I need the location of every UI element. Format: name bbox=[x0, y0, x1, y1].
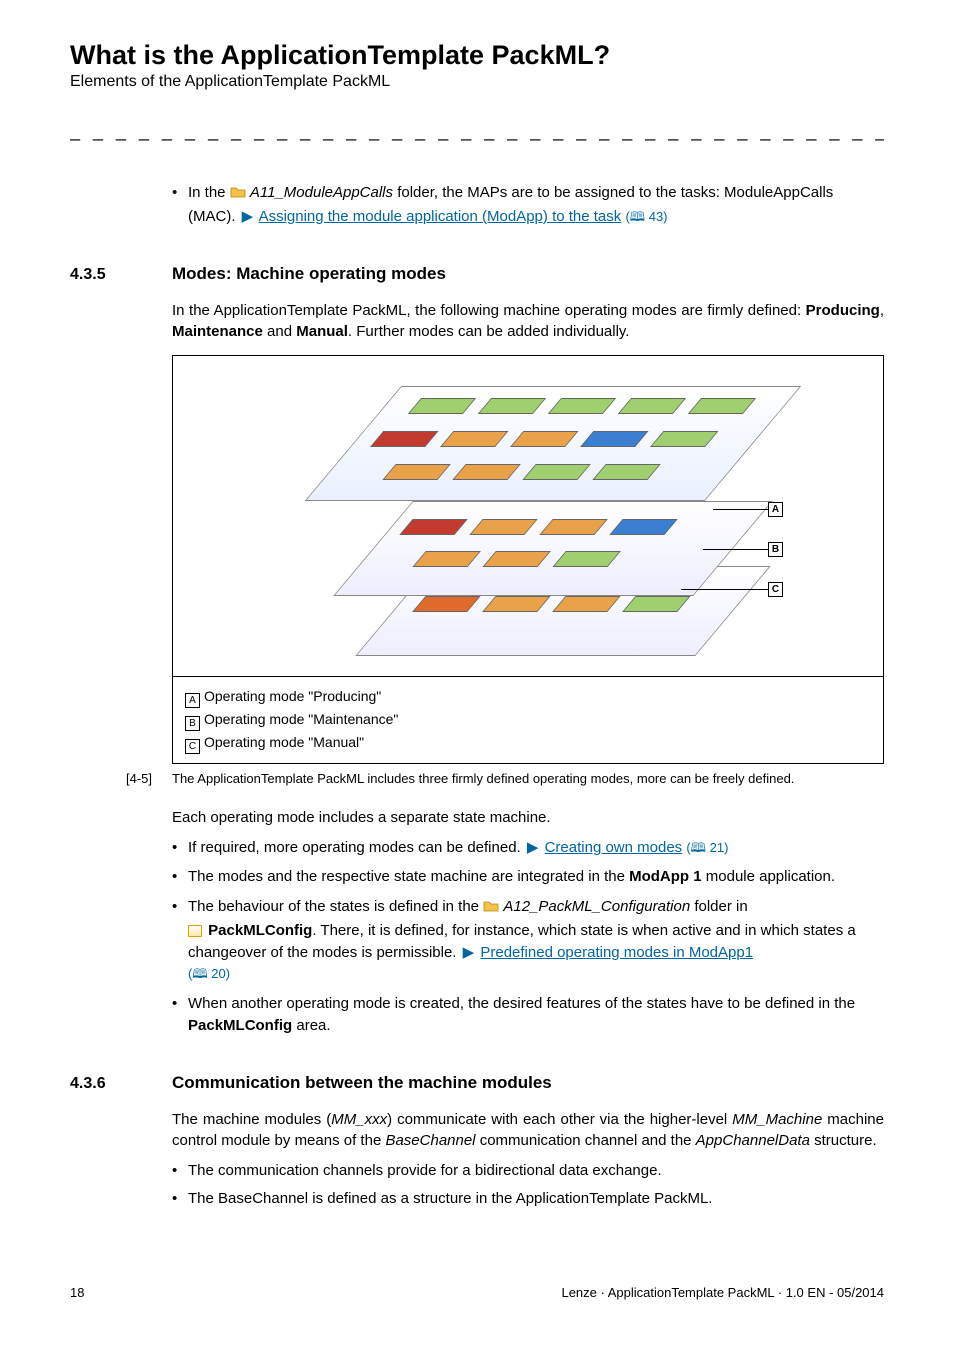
page-footer: 18 Lenze · ApplicationTemplate PackML · … bbox=[70, 1285, 884, 1300]
figure-4-5: A B C AOperating mode "Producing" BOpera… bbox=[172, 355, 884, 764]
arrow-icon: ▶ bbox=[242, 206, 254, 228]
figure-number: [4-5] bbox=[70, 770, 172, 789]
section-435-body: In the ApplicationTemplate PackML, the f… bbox=[70, 300, 884, 1037]
link-assign-modapp[interactable]: Assigning the module application (ModApp… bbox=[259, 208, 622, 225]
paragraph: Each operating mode includes a separate … bbox=[172, 807, 884, 829]
footer-right: Lenze · ApplicationTemplate PackML · 1.0… bbox=[561, 1285, 884, 1300]
body: In the A11_ModuleAppCalls folder, the MA… bbox=[70, 182, 884, 228]
list-item: The behaviour of the states is defined i… bbox=[172, 896, 884, 985]
section-number: 4.3.6 bbox=[70, 1075, 172, 1093]
section-436-body: The machine modules (MM_xxx) communicate… bbox=[70, 1109, 884, 1210]
list-item: When another operating mode is created, … bbox=[172, 993, 884, 1037]
section-436-head: 4.3.6 Communication between the machine … bbox=[70, 1073, 884, 1093]
arrow-icon: ▶ bbox=[463, 942, 475, 964]
link-predefined-modes[interactable]: Predefined operating modes in ModApp1 bbox=[480, 944, 753, 961]
section-number: 4.3.5 bbox=[70, 266, 172, 284]
figure-legend: AOperating mode "Producing" BOperating m… bbox=[173, 676, 883, 763]
page: What is the ApplicationTemplate PackML? … bbox=[0, 0, 954, 1350]
marker-a: A bbox=[768, 502, 783, 517]
arrow-icon: ▶ bbox=[527, 837, 539, 859]
config-icon bbox=[188, 925, 202, 937]
list-item: The communication channels provide for a… bbox=[172, 1160, 884, 1182]
section-435-head: 4.3.5 Modes: Machine operating modes bbox=[70, 264, 884, 284]
folder-icon bbox=[483, 898, 499, 920]
marker-b: B bbox=[768, 542, 783, 557]
list-item: The BaseChannel is defined as a structur… bbox=[172, 1188, 884, 1210]
page-number: 18 bbox=[70, 1285, 84, 1300]
page-subtitle: Elements of the ApplicationTemplate Pack… bbox=[70, 73, 884, 91]
page-title: What is the ApplicationTemplate PackML? bbox=[70, 40, 884, 71]
figure-caption: The ApplicationTemplate PackML includes … bbox=[172, 770, 884, 789]
link-creating-own-modes[interactable]: Creating own modes bbox=[545, 839, 683, 856]
text: In the bbox=[188, 184, 230, 201]
paragraph: In the ApplicationTemplate PackML, the f… bbox=[172, 300, 884, 344]
list-item: The modes and the respective state machi… bbox=[172, 866, 884, 888]
section-heading: Communication between the machine module… bbox=[172, 1073, 552, 1093]
page-ref: (🕮 43) bbox=[625, 209, 667, 224]
legend-b: Operating mode "Maintenance" bbox=[204, 711, 398, 727]
figure-image: A B C bbox=[173, 356, 883, 676]
intro-bullet: In the A11_ModuleAppCalls folder, the MA… bbox=[172, 182, 884, 228]
marker-c: C bbox=[768, 582, 783, 597]
page-ref: (🕮 21) bbox=[686, 840, 728, 855]
folder-name: A11_ModuleAppCalls bbox=[250, 184, 393, 201]
folder-icon bbox=[230, 184, 246, 206]
page-ref: (🕮 20) bbox=[188, 966, 230, 981]
legend-c: Operating mode "Manual" bbox=[204, 734, 364, 750]
legend-a: Operating mode "Producing" bbox=[204, 688, 381, 704]
list-item: If required, more operating modes can be… bbox=[172, 837, 884, 859]
paragraph: The machine modules (MM_xxx) communicate… bbox=[172, 1109, 884, 1153]
section-heading: Modes: Machine operating modes bbox=[172, 264, 446, 284]
divider-dashes: _ _ _ _ _ _ _ _ _ _ _ _ _ _ _ _ _ _ _ _ … bbox=[70, 121, 884, 142]
figure-caption-row: [4-5] The ApplicationTemplate PackML inc… bbox=[172, 770, 884, 789]
